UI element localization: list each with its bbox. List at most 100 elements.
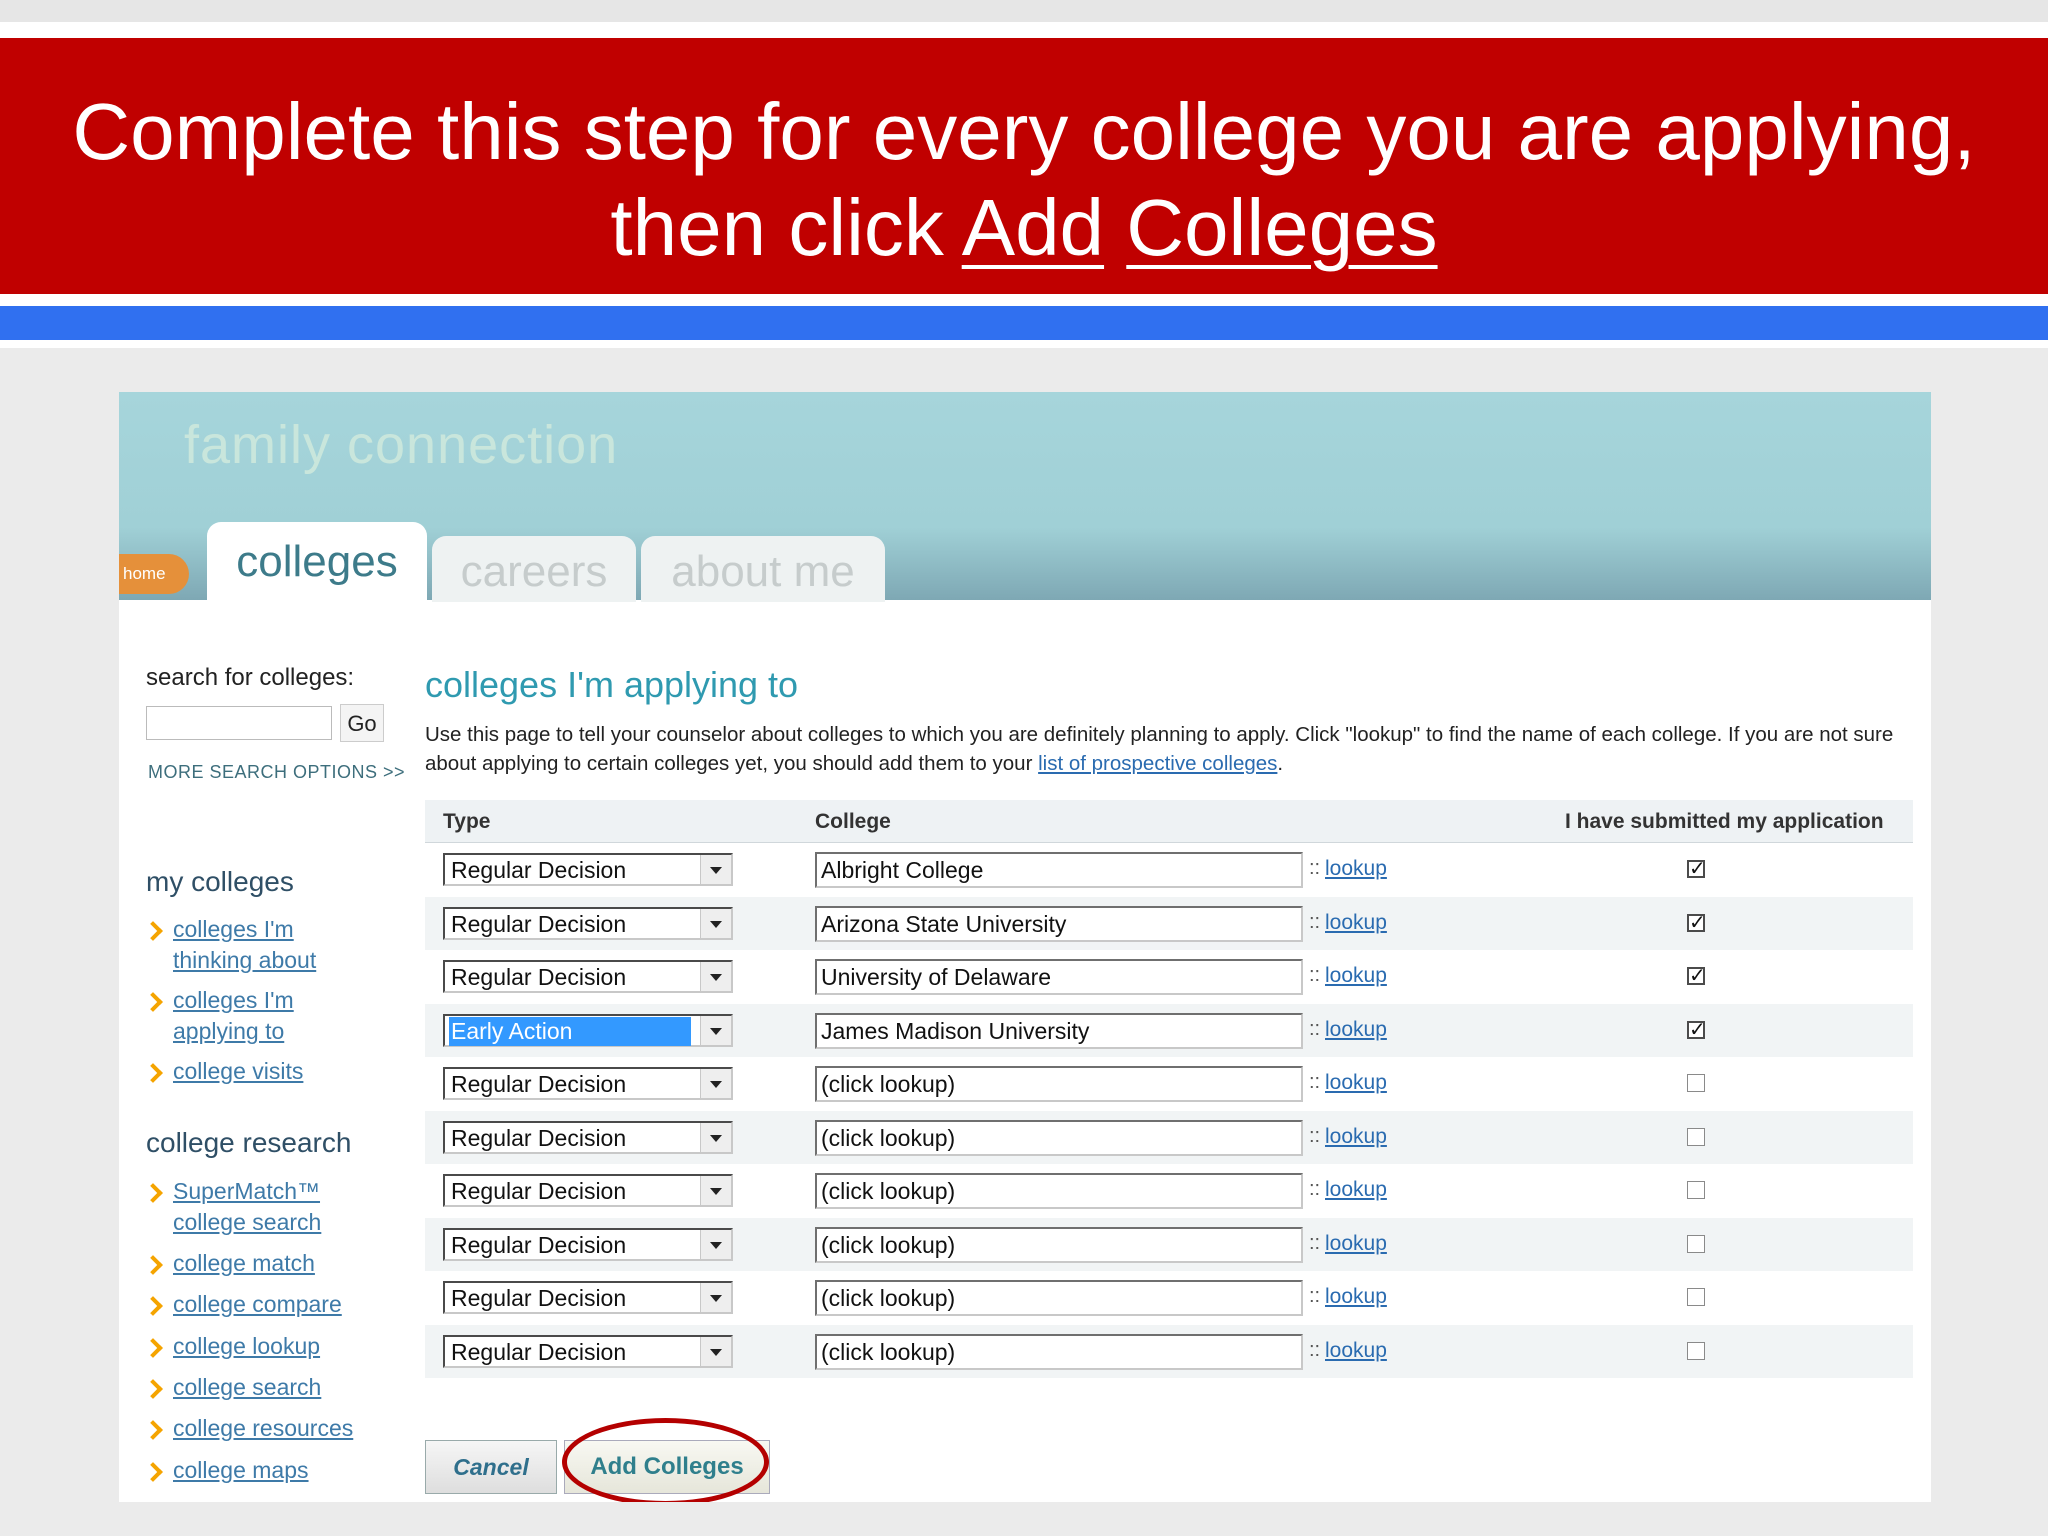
chevron-down-icon[interactable] <box>700 855 731 884</box>
decision-type-select[interactable]: Regular Decision <box>443 906 733 940</box>
college-name-field[interactable]: University of Delaware <box>815 959 1303 995</box>
college-name-field[interactable]: (click lookup) <box>815 1066 1303 1102</box>
decision-type-select[interactable]: Regular Decision <box>443 1334 733 1368</box>
cancel-button[interactable]: Cancel <box>425 1440 557 1494</box>
lookup-separator: :: <box>1309 1071 1321 1093</box>
college-search-input[interactable] <box>146 706 332 740</box>
lookup-separator: :: <box>1309 910 1321 933</box>
college-name-field[interactable]: (click lookup) <box>815 1173 1303 1209</box>
chevron-down-icon[interactable] <box>700 1015 731 1045</box>
lookup-link[interactable]: lookup <box>1325 964 1387 988</box>
sidebar-link-college-lookup[interactable]: college lookup <box>173 1331 373 1362</box>
table-row: Regular Decision Arizona State University… <box>425 896 1913 950</box>
brand-logo: family connection <box>184 415 619 475</box>
slide-heading-add: Add <box>961 183 1105 272</box>
chevron-down-icon[interactable] <box>700 1336 731 1366</box>
lookup-link[interactable]: lookup <box>1325 1232 1387 1256</box>
decision-type-select[interactable]: Regular Decision <box>443 1227 733 1261</box>
chevron-right-icon <box>143 1462 163 1482</box>
lookup-separator: :: <box>1309 1178 1321 1200</box>
sidebar-link-college-visits[interactable]: college visits <box>173 1056 373 1087</box>
sidebar-link-college-match[interactable]: college match <box>173 1248 373 1279</box>
app-screenshot: family connection home colleges careers … <box>119 392 1931 1502</box>
chevron-down-icon[interactable] <box>700 1122 731 1152</box>
lookup-link[interactable]: lookup <box>1325 857 1387 881</box>
chevron-down-icon[interactable] <box>700 908 731 938</box>
decision-type-select[interactable]: Early Action <box>443 1013 733 1047</box>
decision-type-select[interactable]: Regular Decision <box>443 1120 733 1154</box>
page-description-end: . <box>1277 752 1284 775</box>
lookup-link[interactable]: lookup <box>1325 1285 1387 1309</box>
college-name-field[interactable]: (click lookup) <box>815 1119 1303 1156</box>
submitted-checkbox[interactable] <box>1687 1181 1705 1199</box>
table-row: Regular Decision (click lookup):: lookup <box>425 1057 1913 1111</box>
decision-type-value: Regular Decision <box>451 1178 627 1204</box>
submitted-checkbox[interactable]: ✓ <box>1687 1020 1705 1039</box>
chevron-down-icon[interactable] <box>700 1283 731 1312</box>
lookup-link[interactable]: lookup <box>1325 1018 1387 1042</box>
lookup-link[interactable]: lookup <box>1325 1125 1387 1149</box>
submitted-checkbox[interactable] <box>1687 1341 1705 1360</box>
sidebar-link-applying-to[interactable]: colleges I'm applying to <box>173 985 373 1047</box>
chevron-down-icon[interactable] <box>700 962 731 991</box>
submitted-checkbox[interactable]: ✓ <box>1687 967 1705 985</box>
sidebar-link-college-maps[interactable]: college maps <box>173 1455 373 1486</box>
tab-colleges[interactable]: colleges <box>207 522 427 602</box>
decision-type-value: Regular Decision <box>451 1338 627 1365</box>
home-button[interactable]: home <box>119 554 189 594</box>
sidebar-link-supermatch[interactable]: SuperMatch™ college search <box>173 1176 333 1238</box>
lookup-link[interactable]: lookup <box>1325 1178 1387 1202</box>
prospective-colleges-link[interactable]: list of prospective colleges <box>1038 752 1277 775</box>
go-button[interactable]: Go <box>340 704 384 742</box>
lookup-separator: :: <box>1309 857 1321 879</box>
tab-careers[interactable]: careers <box>432 536 636 602</box>
slide-top-line <box>0 22 2048 38</box>
table-row: Regular Decision (click lookup):: lookup <box>425 1324 1913 1378</box>
decision-type-value: Regular Decision <box>451 1231 627 1258</box>
slide-heading-line1: Complete this step for every college you… <box>72 87 1976 176</box>
lookup-link[interactable]: lookup <box>1325 1071 1387 1095</box>
lookup-separator: :: <box>1309 964 1321 986</box>
sidebar-link-college-search[interactable]: college search <box>173 1372 373 1403</box>
submitted-checkbox[interactable]: ✓ <box>1687 913 1705 932</box>
decision-type-select[interactable]: Regular Decision <box>443 1067 733 1100</box>
sidebar-link-college-resources[interactable]: college resources <box>173 1413 373 1444</box>
decision-type-select[interactable]: Regular Decision <box>443 1174 733 1207</box>
college-name-field[interactable]: Arizona State University <box>815 905 1303 942</box>
submitted-checkbox[interactable] <box>1687 1127 1705 1146</box>
college-name-field[interactable]: Albright College <box>815 852 1303 888</box>
college-name-field[interactable]: (click lookup) <box>815 1280 1303 1316</box>
submitted-checkbox[interactable] <box>1687 1234 1705 1253</box>
chevron-down-icon[interactable] <box>700 1176 731 1205</box>
decision-type-value: Regular Decision <box>451 1124 627 1151</box>
checkmark-icon: ✓ <box>1689 860 1705 878</box>
table-row: Regular Decision (click lookup):: lookup <box>425 1110 1913 1164</box>
lookup-link[interactable]: lookup <box>1325 1339 1387 1363</box>
decision-type-select[interactable]: Regular Decision <box>443 1281 733 1314</box>
lookup-separator: :: <box>1309 1338 1321 1361</box>
chevron-right-icon <box>143 1338 163 1358</box>
chevron-down-icon[interactable] <box>700 1069 731 1098</box>
chevron-down-icon[interactable] <box>700 1229 731 1259</box>
decision-type-select[interactable]: Regular Decision <box>443 960 733 993</box>
college-name-field[interactable]: (click lookup) <box>815 1226 1303 1263</box>
lookup-separator: :: <box>1309 1231 1321 1254</box>
slide-top-margin <box>0 0 2048 22</box>
chevron-right-icon <box>143 1379 163 1399</box>
column-header-type: Type <box>443 810 491 833</box>
lookup-link[interactable]: lookup <box>1325 911 1387 935</box>
chevron-right-icon <box>143 921 163 941</box>
column-header-college: College <box>815 810 891 833</box>
submitted-checkbox[interactable] <box>1687 1074 1705 1092</box>
tab-about-me[interactable]: about me <box>641 536 885 602</box>
checkmark-icon: ✓ <box>1689 913 1705 932</box>
college-name-field[interactable]: (click lookup) <box>815 1333 1303 1370</box>
sidebar-link-thinking-about[interactable]: colleges I'm thinking about <box>173 914 373 976</box>
table-header: Type College I have submitted my applica… <box>425 800 1913 843</box>
sidebar-link-college-compare[interactable]: college compare <box>173 1289 373 1320</box>
more-search-options-link[interactable]: MORE SEARCH OPTIONS >> <box>148 762 405 783</box>
decision-type-select[interactable]: Regular Decision <box>443 853 733 886</box>
submitted-checkbox[interactable]: ✓ <box>1687 860 1705 878</box>
submitted-checkbox[interactable] <box>1687 1288 1705 1306</box>
college-name-field[interactable]: James Madison University <box>815 1012 1303 1049</box>
